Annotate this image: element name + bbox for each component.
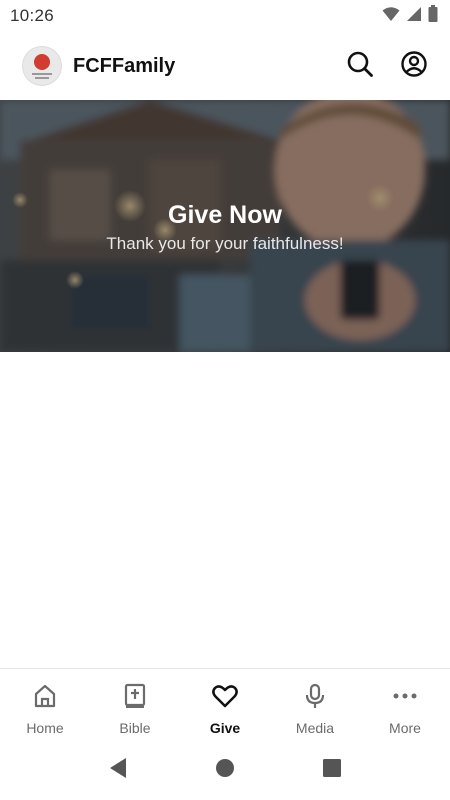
recents-button[interactable] xyxy=(312,750,352,790)
recents-square-icon xyxy=(322,758,342,783)
wifi-icon xyxy=(382,6,400,27)
search-icon xyxy=(346,50,374,83)
hero-subtitle: Thank you for your faithfulness! xyxy=(106,234,344,253)
battery-icon xyxy=(428,5,438,27)
app-bar: FCFFamily xyxy=(0,32,450,100)
logo-line xyxy=(35,76,49,79)
nav-label-bible: Bible xyxy=(119,720,151,736)
more-dots-icon xyxy=(392,683,418,714)
status-bar: 10:26 xyxy=(0,0,450,32)
home-system-button[interactable] xyxy=(205,750,245,790)
back-button[interactable] xyxy=(98,750,138,790)
bottom-navigation: Home Bible Give Media More xyxy=(0,668,450,740)
bible-icon xyxy=(122,683,148,714)
home-icon xyxy=(32,683,58,714)
nav-label-home: Home xyxy=(26,720,64,736)
church-logo xyxy=(22,46,62,86)
nav-label-give: Give xyxy=(209,720,241,736)
app-title: FCFFamily xyxy=(73,54,176,77)
nav-label-more: More xyxy=(389,720,421,736)
nav-item-more[interactable]: More xyxy=(360,669,450,740)
nav-item-media[interactable]: Media xyxy=(270,669,360,740)
nav-label-media: Media xyxy=(295,720,335,736)
search-button[interactable] xyxy=(340,46,380,86)
give-hero-banner[interactable]: Give Now Thank you for your faithfulness… xyxy=(0,100,450,352)
system-navigation-bar xyxy=(0,740,450,800)
logo-mark xyxy=(34,53,50,70)
hero-title: Give Now xyxy=(168,201,282,229)
microphone-icon xyxy=(302,683,328,714)
logo-line xyxy=(32,72,52,75)
nav-item-home[interactable]: Home xyxy=(0,669,90,740)
signal-icon xyxy=(406,6,422,27)
account-icon xyxy=(400,50,428,83)
profile-button[interactable] xyxy=(394,46,434,86)
heart-icon xyxy=(211,683,239,714)
nav-item-bible[interactable]: Bible xyxy=(90,669,180,740)
home-circle-icon xyxy=(215,758,235,783)
back-triangle-icon xyxy=(108,757,128,784)
nav-item-give[interactable]: Give xyxy=(180,669,270,740)
status-icons xyxy=(382,5,438,27)
status-time: 10:26 xyxy=(10,6,55,25)
